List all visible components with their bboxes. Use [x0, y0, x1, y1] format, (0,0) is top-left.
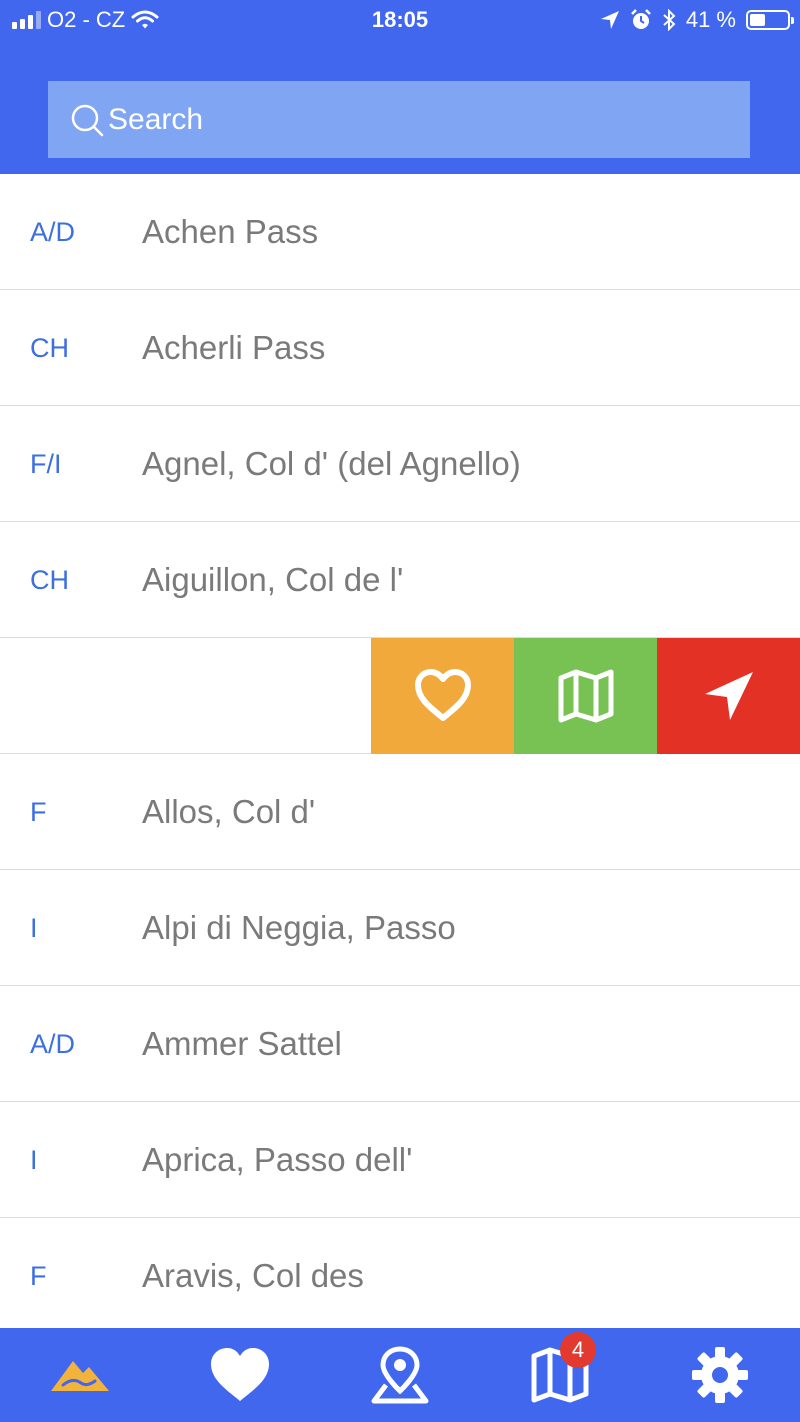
country-code: A/D: [30, 217, 76, 247]
bluetooth-icon: [663, 9, 676, 31]
search-input[interactable]: [108, 102, 708, 137]
pass-name: Alpi di Neggia, Passo: [142, 909, 456, 946]
tab-maps[interactable]: 4: [480, 1328, 640, 1422]
list-item[interactable]: I Alpi di Neggia, Passo: [0, 870, 800, 986]
tab-nearby[interactable]: [320, 1328, 480, 1422]
country-code: F: [30, 797, 47, 827]
country-code: A/D: [30, 1029, 76, 1059]
pass-name: Allos, Col d': [142, 793, 316, 830]
pass-list: A/D Achen Pass CH Acherli Pass F/I Agnel…: [0, 174, 800, 1334]
navigate-button[interactable]: [657, 638, 800, 754]
pass-name: Acherli Pass: [142, 329, 326, 366]
alarm-icon: [630, 9, 651, 29]
map-button[interactable]: [514, 638, 657, 754]
tab-favorites[interactable]: [160, 1328, 320, 1422]
heart-icon: [211, 1348, 269, 1401]
pass-name: Achen Pass: [142, 213, 319, 250]
list-item[interactable]: F/I Agnel, Col d' (del Agnello): [0, 406, 800, 522]
header: O2 - CZ 18:05 41 %: [0, 0, 800, 174]
search-icon: [71, 104, 104, 136]
list-item[interactable]: A/D Achen Pass: [0, 174, 800, 290]
swipe-actions: [371, 638, 800, 754]
tab-settings[interactable]: [640, 1328, 800, 1422]
country-code: I: [30, 913, 38, 943]
pass-name: Aprica, Passo dell': [142, 1141, 413, 1178]
map-icon: [558, 669, 613, 723]
status-right: 41 %: [600, 7, 794, 33]
country-code: F: [30, 1261, 47, 1291]
tab-passes[interactable]: [0, 1328, 160, 1422]
pass-name: Aiguillon, Col de l': [142, 561, 404, 598]
pass-name: Aravis, Col des: [142, 1257, 364, 1294]
list-item[interactable]: CH Acherli Pass: [0, 290, 800, 406]
mountain-pass-icon: [51, 1361, 109, 1391]
country-code: CH: [30, 565, 69, 595]
battery-percent: 41 %: [685, 7, 736, 32]
pass-name: Ammer Sattel: [142, 1025, 342, 1062]
country-code: F/I: [30, 449, 62, 479]
list-item[interactable]: F Allos, Col d': [0, 754, 800, 870]
search-bar[interactable]: [48, 81, 750, 158]
country-code: CH: [30, 333, 69, 363]
list-item[interactable]: CH Aiguillon, Col de l': [0, 522, 800, 638]
list-item[interactable]: A/D Ammer Sattel: [0, 986, 800, 1102]
country-code: I: [30, 1145, 38, 1175]
favorite-button[interactable]: [371, 638, 514, 754]
tab-bar: 4: [0, 1328, 800, 1422]
status-bar: O2 - CZ 18:05 41 %: [0, 0, 800, 40]
list-item[interactable]: I Aprica, Passo dell': [0, 1102, 800, 1218]
list-item[interactable]: F Aravis, Col des: [0, 1218, 800, 1334]
map-badge: 4: [560, 1332, 596, 1368]
battery-icon: [746, 10, 794, 30]
pass-name: Agnel, Col d' (del Agnello): [142, 445, 521, 482]
location-arrow-icon: [600, 11, 619, 29]
navigation-arrow-icon: [704, 672, 753, 720]
gear-icon: [692, 1347, 748, 1403]
heart-outline-icon: [414, 669, 471, 721]
location-pin-icon: [371, 1346, 429, 1404]
list-item-swiped[interactable]: [0, 638, 800, 754]
